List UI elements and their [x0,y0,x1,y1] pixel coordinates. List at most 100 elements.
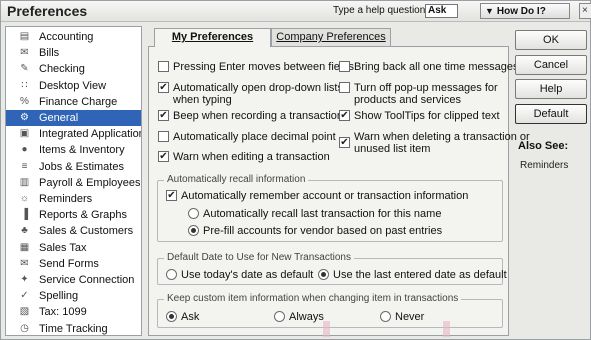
jobs-estimates-icon: ≡ [21,160,28,172]
sidebar-item-reports-graphs[interactable]: ▐ Reports & Graphs [6,207,141,223]
sidebar-item-send-forms[interactable]: ✉ Send Forms [6,256,141,272]
warn-deleting-checkbox[interactable]: ✔ [339,137,350,148]
remember-checkbox[interactable]: ✔ [166,190,177,201]
sidebar-item-label: Service Connection [39,274,135,286]
never-radio[interactable] [380,311,391,322]
how-do-i-dropdown[interactable]: ▼ How Do I? [480,3,570,19]
items-inventory-icon: ● [21,144,28,156]
sidebar-item-checking[interactable]: ✎ Checking [6,61,141,77]
ask-radio[interactable] [166,311,177,322]
beep-checkbox[interactable]: ✔ [158,110,169,121]
ask-label: Ask [181,311,200,323]
radio-selected-dot [321,272,326,277]
auto-open-label-2: when typing [173,94,232,106]
sidebar-item-sales-customers[interactable]: ♣ Sales & Customers [6,223,141,239]
preferences-category-list[interactable]: ▤ Accounting ✉ Bills ✎ Checking ∷ Desktop View%… [5,26,142,336]
reports-graphs-icon: ▐ [20,209,29,221]
sidebar-item-finance-charge[interactable]: % Finance Charge [6,94,141,110]
decimal-label: Automatically place decimal point [173,131,336,143]
title-bar: Preferences Type a help question Ask ▼ Ho… [1,1,591,22]
sidebar-item-desktop-view[interactable]: ∷ Desktop View [6,78,141,94]
warn-deleting-label: Warn when deleting a transaction or [354,131,530,143]
sidebar-item-label: Reports & Graphs [39,209,128,222]
sidebar-item-service-connection[interactable]: ✦ Service Connection [6,272,141,288]
how-do-i-label: How Do I? [496,6,546,17]
sidebar-item-label: Desktop View [39,79,107,92]
sidebar-item-accounting[interactable]: ▤ Accounting [6,29,141,45]
bills-icon: ✉ [20,47,29,59]
sidebar-item-label: Send Forms [39,257,99,270]
tax-1099-icon: ▧ [19,306,30,318]
warn-editing-checkbox[interactable]: ✔ [158,151,169,162]
prefill-label: Pre-fill accounts for vendor based on pa… [203,225,443,237]
ask-button[interactable]: Ask [425,4,458,18]
payroll-employees-icon: ▥ [19,176,30,188]
sidebar-item-label: Time Tracking [39,322,108,335]
sidebar-item-general[interactable]: ⚙ General [6,110,141,126]
tab-company-preferences[interactable]: Company Preferences [271,28,391,46]
sidebar-item-label: Payroll & Employees [39,176,141,189]
always-radio[interactable] [274,311,285,322]
auto-open-label: Automatically open drop-down lists [173,82,343,94]
auto-open-checkbox[interactable]: ✔ [158,82,169,93]
sidebar-item-label: Items & Inventory [39,144,125,157]
pressing-enter-label: Pressing Enter moves between fields [173,61,354,73]
sidebar-item-sales-tax[interactable]: ▦ Sales Tax [6,240,141,256]
sidebar-item-bills[interactable]: ✉ Bills [6,45,141,61]
today-date-label: Use today's date as default [181,269,314,281]
sidebar-item-label: Checking [39,63,85,76]
decimal-checkbox[interactable] [158,131,169,142]
sidebar-item-tax-1099[interactable]: ▧ Tax: 1099 [6,304,141,320]
sidebar-item-label: Jobs & Estimates [39,160,124,173]
sidebar-item-integrated-applications[interactable]: ▣ Integrated Applications [6,126,141,142]
recall-group: Automatically recall information ✔ Autom… [157,174,503,242]
help-button[interactable]: Help [515,79,587,99]
beep-label: Beep when recording a transaction [173,110,343,122]
show-tooltips-label: Show ToolTips for clipped text [354,110,500,122]
sidebar-item-label: Reminders [39,193,93,205]
pressing-enter-checkbox[interactable] [158,61,169,72]
recall-last-radio[interactable] [188,208,199,219]
watermark-stripe [443,321,450,337]
integrated-applications-icon: ▣ [19,128,30,140]
sidebar-item-label: Bills [39,47,60,60]
sidebar-item-label: Tax: 1099 [39,306,87,319]
desktop-view-icon: ∷ [21,79,28,91]
sidebar-item-time-tracking[interactable]: ◷ Time Tracking [6,321,141,335]
send-forms-icon: ✉ [20,257,29,269]
bring-back-checkbox[interactable] [339,61,350,72]
sidebar-item-items-inventory[interactable]: ● Items & Inventory [6,142,141,158]
service-connection-icon: ✦ [20,274,29,285]
close-icon[interactable]: × [579,3,591,19]
preferences-window: Preferences Type a help question Ask ▼ Ho… [0,0,591,340]
warn-editing-label: Warn when editing a transaction [173,151,330,163]
also-see-heading: Also See: [518,140,569,152]
today-date-radio[interactable] [166,269,177,280]
also-see-reminders-link[interactable]: Reminders [520,160,568,171]
recall-group-legend: Automatically recall information [164,174,309,185]
sidebar-item-payroll-employees[interactable]: ▥ Payroll & Employees [6,175,141,191]
cancel-button[interactable]: Cancel [515,55,587,75]
tab-my-preferences[interactable]: My Preferences [154,28,271,47]
preferences-panel: Pressing Enter moves between fields Brin… [148,46,530,336]
accounting-icon: ▤ [19,31,30,42]
sidebar-item-jobs-estimates[interactable]: ≡ Jobs & Estimates [6,159,141,175]
sidebar-item-spelling[interactable]: ✓ Spelling [6,288,141,304]
spelling-icon: ✓ [20,290,29,302]
prefill-radio[interactable] [188,225,199,236]
radio-selected-dot [169,314,174,319]
always-label: Always [289,311,324,323]
dropdown-arrow-icon: ▼ [485,6,494,16]
sidebar-item-label: Sales Tax [39,241,87,254]
sidebar-item-label: General [39,112,79,124]
default-button[interactable]: Default [515,104,587,124]
sidebar-item-reminders[interactable]: ☼ Reminders [6,191,141,207]
turn-off-popup-label-2: products and services [354,94,461,106]
last-entered-radio[interactable] [318,269,329,280]
turn-off-popup-checkbox[interactable] [339,82,350,93]
show-tooltips-checkbox[interactable]: ✔ [339,110,350,121]
finance-charge-icon: % [20,95,29,107]
time-tracking-icon: ◷ [20,322,29,334]
window-title: Preferences [7,3,88,19]
ok-button[interactable]: OK [515,30,587,50]
